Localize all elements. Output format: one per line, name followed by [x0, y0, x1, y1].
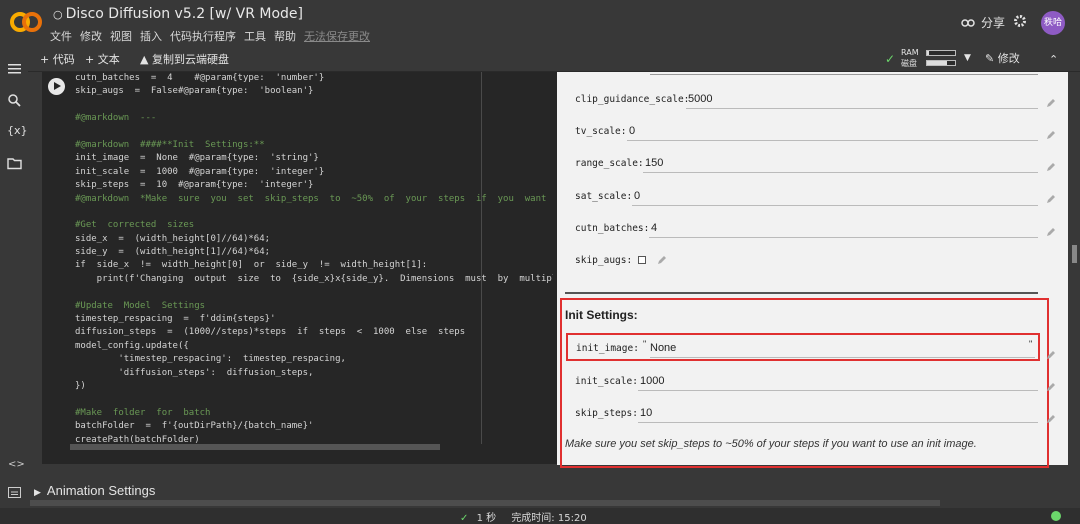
menu-tools[interactable]: 工具 [244, 28, 266, 44]
section-animation-settings[interactable]: ▶ Animation Settings [34, 483, 155, 498]
menu-file[interactable]: 文件 [50, 28, 72, 44]
menu-edit[interactable]: 修改 [80, 28, 102, 44]
menu-runtime[interactable]: 代码执行程序 [170, 28, 236, 44]
pencil-icon[interactable] [656, 254, 668, 266]
checkmark-icon: ✓ [460, 513, 469, 524]
disk-usage-bar [926, 60, 956, 66]
pencil-icon[interactable] [1045, 129, 1057, 141]
code-horizontal-scrollbar[interactable] [70, 444, 440, 450]
header-bar: ○ Disco Diffusion v5.2 [w/ VR Mode] 文件 修改… [0, 0, 1080, 47]
disk-label: 磁盘 [901, 59, 917, 68]
link-icon [961, 18, 975, 27]
edit-mode-button[interactable]: ✎ 修改 [985, 50, 1020, 66]
init-scale-label: init_scale: [575, 376, 638, 387]
colab-logo-icon[interactable] [10, 9, 42, 35]
run-cell-button[interactable] [48, 78, 65, 95]
add-code-button[interactable]: + 代码 [40, 51, 75, 67]
pencil-icon[interactable] [1045, 413, 1057, 425]
toc-icon[interactable] [7, 61, 22, 76]
form-field-input[interactable]: 0 [634, 190, 640, 202]
notebook-horizontal-scrollbar[interactable] [30, 500, 940, 506]
init-settings-note: Make sure you set skip_steps to ~50% of … [565, 438, 977, 450]
pencil-icon[interactable] [1045, 161, 1057, 173]
left-sidebar: {x} [0, 47, 28, 524]
pencil-icon[interactable] [1045, 381, 1057, 393]
edit-label: 修改 [997, 52, 1020, 65]
chevron-down-icon[interactable]: ▼ [964, 53, 971, 63]
form-field-input[interactable]: 0 [629, 125, 635, 137]
form-field-input[interactable]: 4 [651, 222, 657, 234]
collapse-triangle-icon: ▶ [34, 487, 41, 497]
gear-icon[interactable] [1013, 14, 1027, 28]
execution-status: ✓ 1 秒 完成时间: 15:20 [460, 509, 587, 524]
chevron-up-icon[interactable]: ⌃ [1049, 53, 1058, 66]
notebook-scrollbar[interactable] [1068, 72, 1080, 465]
field-underline [650, 74, 1038, 75]
field-underline [638, 390, 1038, 391]
form-field-input[interactable]: 5000 [688, 93, 712, 105]
init-image-label: init_image: [576, 343, 639, 354]
editor-ruler [481, 72, 482, 444]
resource-monitor[interactable]: ✓ RAM 磁盘 ▼ [885, 47, 975, 71]
copy-to-drive-label: 复制到云端硬盘 [151, 53, 229, 66]
skip-augs-label: skip_augs: [575, 255, 633, 266]
close-quote: " [1029, 339, 1033, 349]
variables-icon[interactable]: {x} [7, 124, 28, 139]
notebook-title[interactable]: ○ Disco Diffusion v5.2 [w/ VR Mode] [53, 6, 303, 22]
menu-bar: 文件 修改 视图 插入 代码执行程序 工具 帮助 无法保存更改 [50, 28, 378, 44]
pencil-icon: ✎ [985, 52, 995, 65]
animation-settings-label: Animation Settings [46, 483, 156, 498]
init-settings-title: Init Settings: [565, 308, 638, 322]
terminal-icon[interactable] [8, 487, 21, 498]
form-field-label: clip_guidance_scale: [575, 94, 690, 105]
add-text-button[interactable]: + 文本 [85, 51, 120, 67]
field-underline [686, 108, 1038, 109]
skip-steps-label: skip_steps: [575, 408, 638, 419]
markdown-divider [565, 292, 1038, 294]
field-underline [650, 357, 1035, 358]
ram-usage-bar [926, 50, 956, 56]
search-icon[interactable] [7, 93, 22, 108]
skip-steps-input[interactable]: 10 [640, 407, 652, 419]
folder-icon[interactable] [7, 156, 22, 171]
status-bar: ✓ 1 秒 完成时间: 15:20 [0, 508, 1080, 524]
checkmark-icon: ✓ [885, 52, 896, 66]
field-underline [632, 205, 1038, 206]
menu-help[interactable]: 帮助 [274, 28, 296, 44]
unsaved-changes-link[interactable]: 无法保存更改 [304, 28, 370, 44]
ram-label: RAM [901, 48, 919, 57]
copy-to-drive-button[interactable]: ▲ 复制到云端硬盘 [140, 51, 229, 67]
field-underline [627, 140, 1038, 141]
execution-duration: 1 秒 [476, 513, 497, 524]
menu-view[interactable]: 视图 [110, 28, 132, 44]
field-underline [638, 422, 1038, 423]
toolbar: + 代码 + 文本 ▲ 复制到云端硬盘 ✓ RAM 磁盘 ▼ ✎ 修改 ⌃ [0, 47, 1080, 72]
pencil-icon[interactable] [1045, 193, 1057, 205]
form-field-label: range_scale: [575, 158, 644, 169]
pencil-icon[interactable] [1045, 226, 1057, 238]
share-button[interactable]: 分享 [961, 14, 1005, 31]
skip-augs-checkbox[interactable] [638, 256, 646, 264]
drive-icon: ▲ [140, 53, 149, 66]
form-field-label: sat_scale: [575, 191, 633, 202]
field-underline [643, 172, 1038, 173]
pencil-icon[interactable] [1045, 349, 1057, 361]
share-label: 分享 [981, 16, 1006, 30]
code-snippets-icon[interactable]: <> [8, 459, 25, 470]
scrollbar-thumb[interactable] [1072, 245, 1077, 263]
pencil-icon[interactable] [1045, 97, 1057, 109]
menu-insert[interactable]: 插入 [140, 28, 162, 44]
connection-status-icon[interactable] [1051, 511, 1061, 521]
init-scale-input[interactable]: 1000 [640, 375, 664, 387]
drive-icon: ○ [53, 8, 63, 21]
field-underline [649, 237, 1038, 238]
init-image-input[interactable]: None [650, 342, 676, 354]
form-field-label: tv_scale: [575, 126, 627, 137]
completion-time: 完成时间: 15:20 [511, 513, 587, 524]
form-field-input[interactable]: 150 [645, 157, 663, 169]
open-quote: " [643, 339, 647, 349]
avatar[interactable]: 秩哈 [1041, 11, 1065, 35]
form-field-label: cutn_batches: [575, 223, 650, 234]
